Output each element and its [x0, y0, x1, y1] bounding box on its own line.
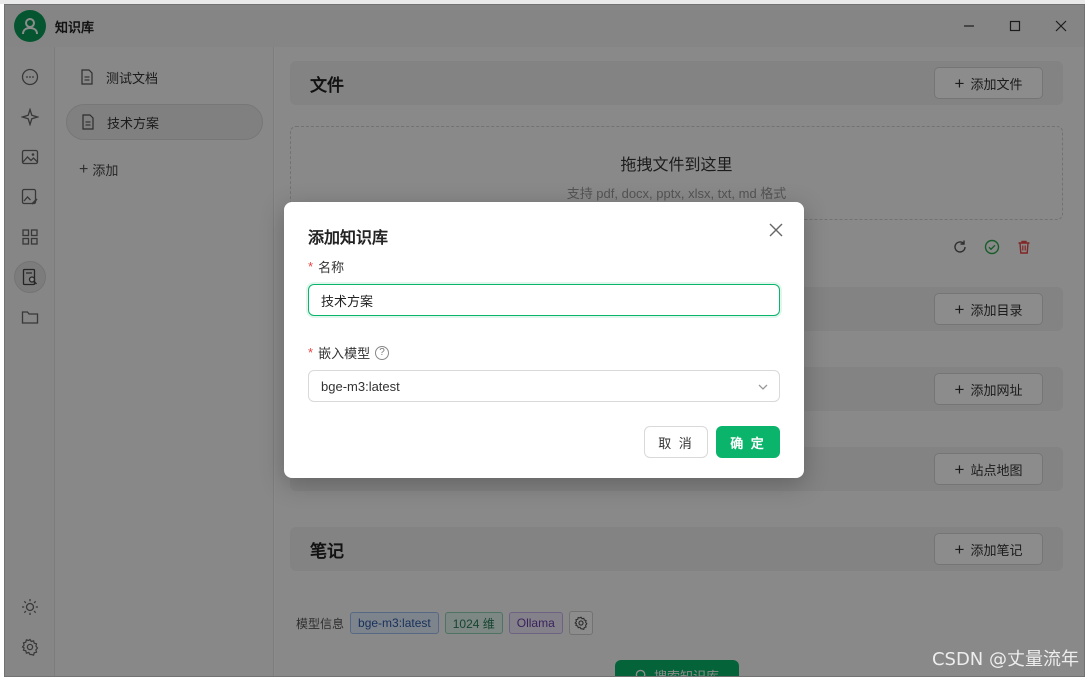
help-icon[interactable]: ?	[375, 345, 390, 360]
model-label-text: 嵌入模型	[318, 346, 371, 361]
close-icon	[769, 223, 783, 237]
cancel-button[interactable]: 取 消	[644, 426, 708, 458]
chevron-down-icon	[758, 384, 768, 390]
confirm-button[interactable]: 确 定	[716, 426, 780, 458]
name-field-label: * 名称	[308, 257, 344, 276]
required-marker: *	[308, 259, 314, 274]
selected-model: bge-m3:latest	[321, 378, 400, 394]
required-marker: *	[308, 345, 314, 360]
name-label-text: 名称	[318, 260, 345, 275]
model-field-label: * 嵌入模型 ?	[308, 343, 390, 362]
dialog-title: 添加知识库	[308, 230, 389, 247]
dialog-close-button[interactable]	[766, 220, 786, 240]
name-input[interactable]	[308, 284, 780, 316]
watermark: CSDN @丈量流年	[931, 649, 1079, 670]
embedding-model-select[interactable]: bge-m3:latest	[308, 370, 780, 402]
add-knowledge-base-dialog: 添加知识库 * 名称 * 嵌入模型 ? bge-m3:latest 取 消 确 …	[284, 202, 804, 478]
